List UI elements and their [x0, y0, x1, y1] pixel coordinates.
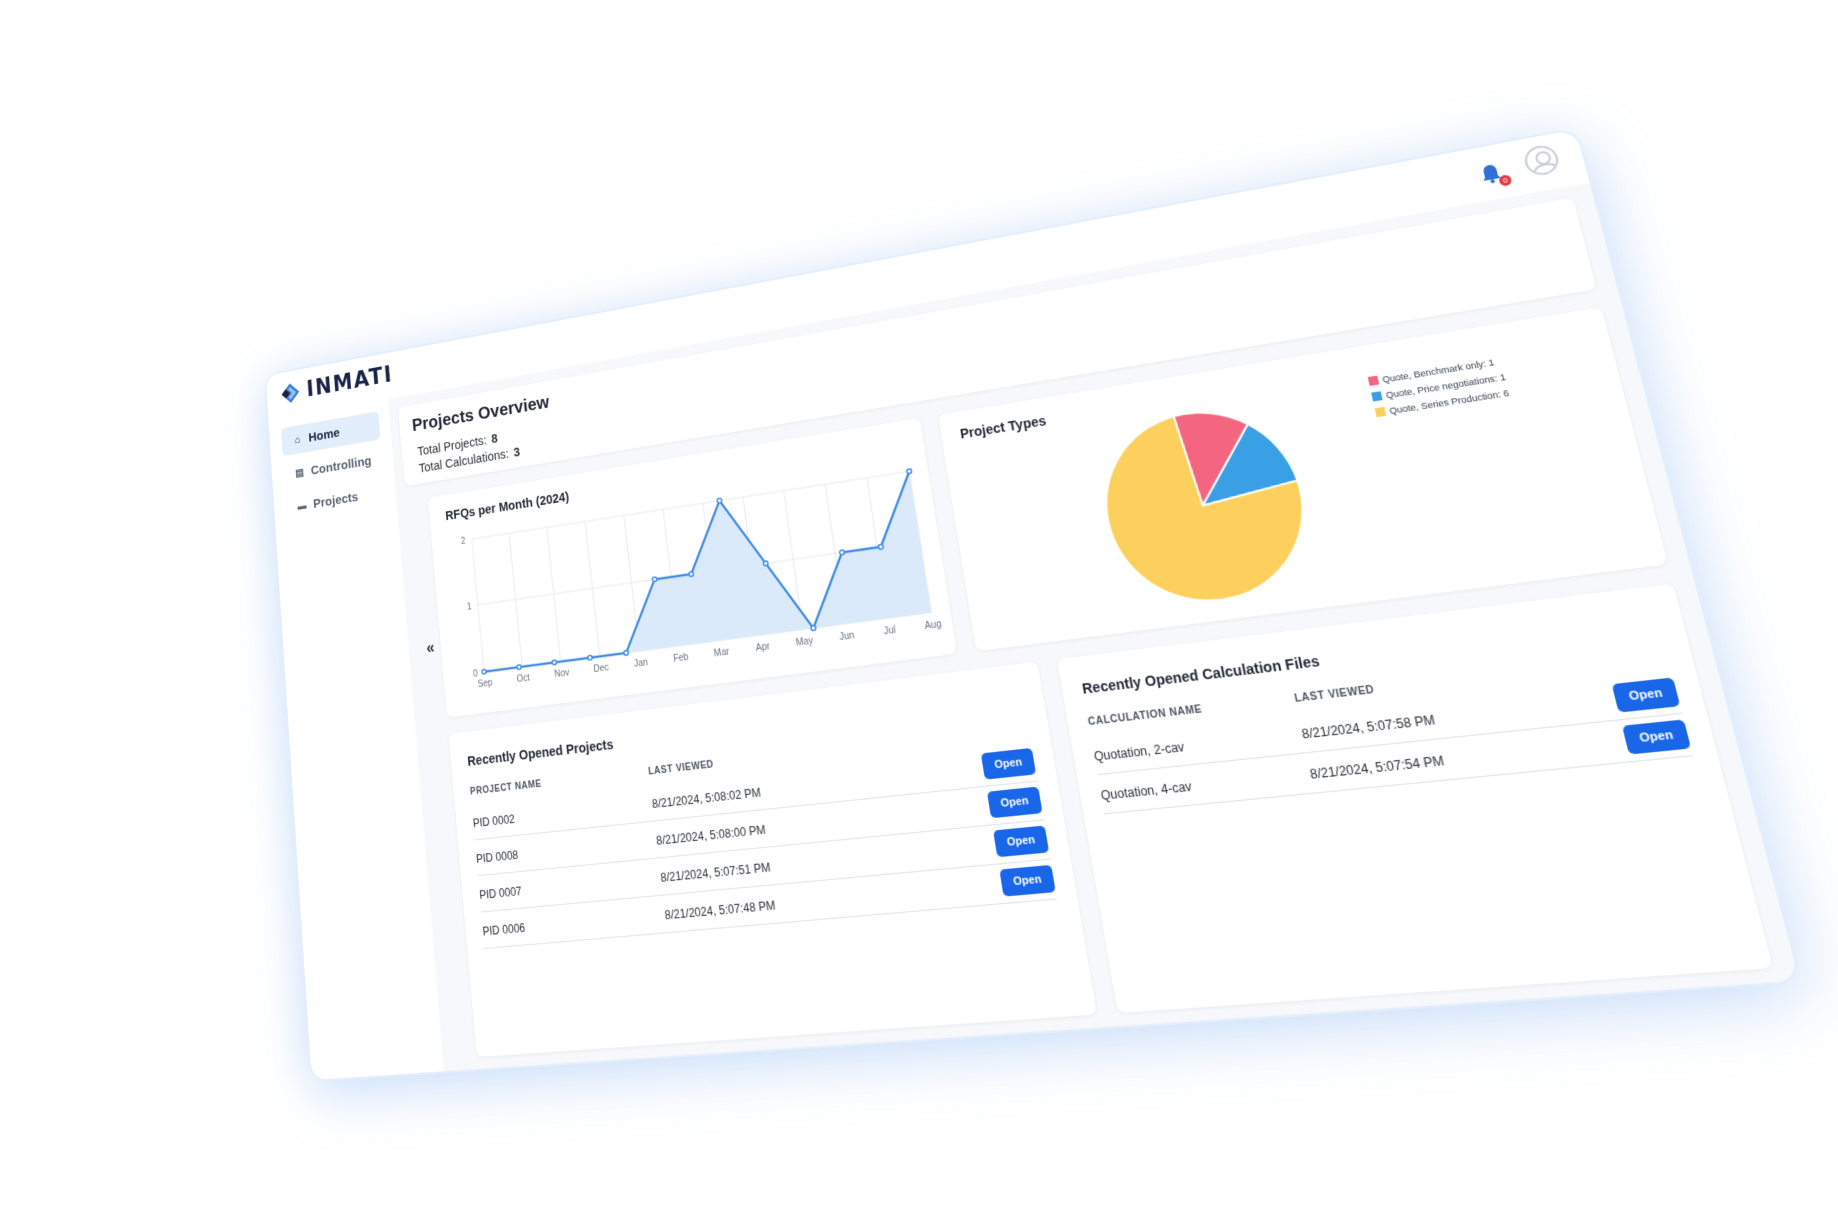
data-point	[878, 544, 883, 549]
data-point	[717, 498, 722, 503]
legend-swatch	[1371, 391, 1383, 402]
data-point	[552, 660, 557, 665]
row-last-viewed: 8/21/2024, 5:08:02 PM	[651, 785, 762, 811]
sidebar-item-label: Controlling	[310, 453, 372, 478]
data-point	[763, 561, 768, 566]
user-avatar-button[interactable]	[1521, 143, 1562, 178]
data-point	[652, 577, 657, 582]
x-tick-label: Aug	[924, 619, 942, 632]
brand-name: INMATI	[305, 361, 394, 403]
collapse-sidebar-button[interactable]: «	[426, 638, 436, 658]
table-icon: ▤	[294, 466, 305, 480]
page-title: Projects Overview	[411, 392, 551, 436]
x-tick-label: May	[795, 636, 814, 649]
user-body-icon	[1530, 161, 1562, 178]
column-header-last-viewed: LAST VIEWED	[647, 759, 715, 778]
row-name: Quotation, 2-cav	[1092, 739, 1186, 764]
x-tick-label: Apr	[755, 641, 771, 654]
x-tick-label: Jan	[633, 657, 648, 669]
open-button[interactable]: Open	[999, 864, 1056, 897]
y-tick-label: 1	[467, 602, 472, 613]
open-button[interactable]: Open	[986, 786, 1043, 819]
open-button[interactable]: Open	[992, 825, 1050, 858]
row-last-viewed: 8/21/2024, 5:07:51 PM	[659, 860, 772, 885]
open-button[interactable]: Open	[1621, 719, 1692, 755]
x-tick-label: Nov	[554, 668, 570, 681]
data-point	[811, 625, 816, 630]
x-tick-label: Jul	[883, 625, 897, 638]
row-name: PID 0006	[482, 921, 526, 939]
data-point	[482, 669, 487, 674]
row-name: PID 0002	[472, 812, 516, 831]
y-tick-label: 2	[461, 536, 466, 547]
x-tick-label: Feb	[673, 652, 689, 665]
data-point	[839, 550, 844, 555]
data-point	[624, 650, 629, 655]
data-point	[907, 469, 912, 474]
grid-line	[472, 539, 484, 672]
notifications-button[interactable]: 0	[1474, 159, 1513, 189]
column-header-calculation-name: CALCULATION NAME	[1087, 704, 1204, 729]
sidebar-item-label: Projects	[312, 489, 359, 512]
row-last-viewed: 8/21/2024, 5:08:00 PM	[655, 822, 767, 848]
data-point	[689, 572, 694, 577]
row-last-viewed: 8/21/2024, 5:07:54 PM	[1308, 753, 1446, 782]
row-name: PID 0008	[475, 848, 519, 866]
row-name: PID 0007	[478, 884, 523, 902]
x-tick-label: Jun	[839, 630, 855, 643]
data-point	[517, 665, 522, 670]
column-header-last-viewed: LAST VIEWED	[1293, 684, 1376, 705]
recent-projects-card: Recently Opened Projects PROJECT NAME LA…	[448, 661, 1098, 1058]
x-tick-label: Mar	[713, 647, 730, 660]
home-icon: ⌂	[294, 433, 301, 446]
folder-icon: ▬	[297, 499, 307, 513]
inmati-logo-icon	[281, 381, 300, 404]
y-tick-label: 0	[473, 669, 478, 680]
section-title: Recently Opened Calculation Files	[1080, 652, 1321, 697]
x-tick-label: Oct	[516, 673, 530, 685]
row-last-viewed: 8/21/2024, 5:07:58 PM	[1300, 712, 1437, 742]
app-window: INMATI 0 ⌂ Home ▤ Controlling ▬ Projects…	[265, 129, 1800, 1081]
recent-calculations-card: Recently Opened Calculation Files CALCUL…	[1056, 583, 1773, 1014]
sidebar-item-label: Home	[307, 425, 341, 445]
open-button[interactable]: Open	[980, 747, 1037, 780]
legend-swatch	[1374, 406, 1387, 418]
data-point	[588, 655, 593, 660]
column-header-project-name: PROJECT NAME	[469, 779, 542, 798]
x-tick-label: Sep	[477, 678, 493, 690]
open-button[interactable]: Open	[1611, 677, 1681, 713]
total-projects-value: 8	[490, 431, 499, 446]
section-title: Recently Opened Projects	[466, 736, 615, 769]
sidebar: ⌂ Home ▤ Controlling ▬ Projects	[268, 399, 444, 1081]
x-tick-label: Dec	[593, 662, 609, 675]
legend-swatch	[1367, 375, 1380, 386]
grid-line	[472, 471, 910, 539]
area-fill	[471, 471, 932, 672]
row-last-viewed: 8/21/2024, 5:07:48 PM	[663, 898, 777, 923]
row-name: Quotation, 4-cav	[1099, 779, 1193, 803]
total-calculations-value: 3	[512, 444, 521, 460]
